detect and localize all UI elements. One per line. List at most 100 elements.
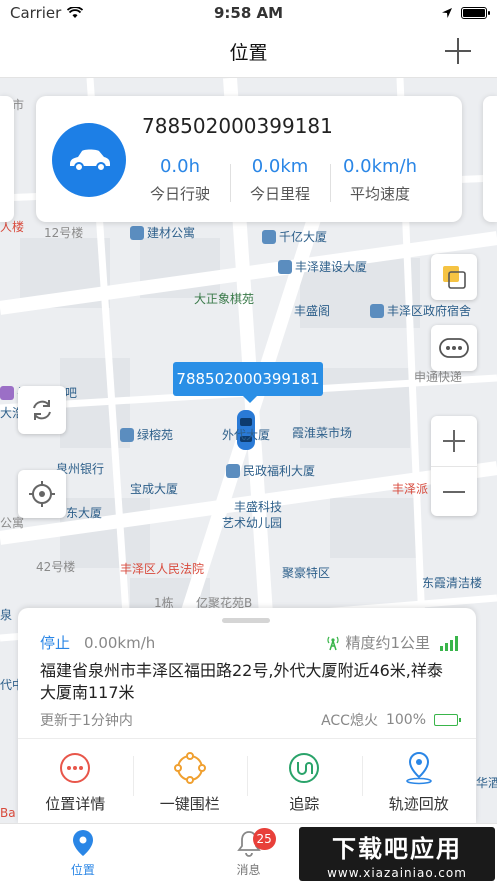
building-icon — [262, 229, 276, 244]
current-speed: 0.00km/h — [84, 633, 156, 652]
tab-bar: 位置 消息 25 下载吧应用 www.xiazainiao.com — [0, 823, 497, 883]
fence-circle-icon — [173, 751, 207, 785]
tracking-button[interactable]: 追踪 — [247, 744, 362, 820]
track-u-icon — [287, 751, 321, 785]
action-label: 追踪 — [289, 794, 320, 813]
poi-label: 丰泽建设大厦 — [278, 258, 367, 275]
update-row: 更新于1分钟内 ACC熄火 100% — [40, 710, 461, 730]
poi-label: 42号楼 — [36, 560, 76, 574]
building-icon — [226, 463, 240, 478]
poi-label: 千亿大厦 — [262, 228, 327, 245]
status-row: 停止 0.00km/h 精度约1公里 — [40, 632, 458, 653]
watermark-url: www.xiazainiao.com — [327, 865, 467, 880]
chat-dots-icon — [439, 338, 469, 358]
poi-label: 建材公寓 — [130, 224, 195, 241]
poi-label: 霞淮菜市场 — [292, 426, 353, 440]
stat-value: 0.0km/h — [342, 156, 418, 177]
action-label: 一键围栏 — [159, 794, 220, 813]
tab-location[interactable]: 位置 — [0, 824, 166, 883]
poi-label: 12号楼 — [44, 226, 84, 240]
shop-icon — [0, 385, 14, 400]
poi-label: 丰盛阁 — [294, 304, 331, 318]
building-icon — [278, 259, 292, 274]
signal-strength-icon — [440, 635, 458, 651]
poi-label: 丰盛科技 — [234, 500, 283, 514]
address-text: 福建省泉州市丰泽区福田路22号,外代大厦附近46米,祥泰大厦南117米 — [40, 661, 443, 702]
location-detail-button[interactable]: 位置详情 — [18, 744, 133, 820]
vehicle-stats: 0.0h 今日行驶 0.0km 今日里程 0.0km/h 平均速度 — [130, 156, 430, 204]
stat-value: 0.0h — [159, 156, 201, 177]
poi-label: 泉 — [0, 608, 13, 622]
poi-label: 丰泽派 — [392, 482, 429, 496]
action-label: 位置详情 — [45, 794, 106, 813]
tab-label: 位置 — [70, 863, 95, 877]
prev-vehicle-card[interactable] — [0, 96, 14, 222]
precision-group: 精度约1公里 — [325, 632, 458, 653]
crosshair-icon — [29, 481, 55, 507]
more-options-button[interactable] — [431, 325, 477, 371]
zoom-out-button[interactable] — [431, 466, 477, 516]
poi-label: 绿榕苑 — [120, 426, 173, 443]
vehicle-card[interactable]: 788502000399181 0.0h 今日行驶 0.0km 今日里程 0.0… — [36, 96, 462, 222]
geofence-button[interactable]: 一键围栏 — [132, 744, 248, 820]
playback-button[interactable]: 轨迹回放 — [361, 744, 477, 820]
nav-bar: 位置 — [0, 26, 497, 78]
locate-button[interactable] — [18, 470, 66, 518]
poi-label: 宝成大厦 — [130, 482, 179, 496]
battery-icon — [461, 7, 490, 19]
status-bar: Carrier 9:58 AM — [0, 0, 497, 26]
vehicle-callout[interactable]: 788502000399181 — [173, 362, 323, 403]
stat-label: 今日里程 — [249, 185, 310, 203]
status-time: 9:58 AM — [213, 4, 284, 22]
location-pin-icon — [402, 751, 436, 785]
stat-drive-time: 0.0h 今日行驶 — [130, 156, 230, 204]
precision-label: 精度约1公里 — [345, 634, 430, 652]
stat-avg-speed: 0.0km/h 平均速度 — [330, 156, 430, 204]
location-pin-icon — [72, 830, 93, 856]
plus-icon — [443, 430, 465, 452]
watermark: 下载吧应用 www.xiazainiao.com — [299, 827, 495, 881]
battery-level-icon — [434, 714, 461, 726]
divider — [18, 738, 476, 739]
car-icon — [70, 149, 110, 172]
poi-label: 丰泽区政府宿舍 — [370, 302, 471, 319]
refresh-button[interactable] — [18, 386, 66, 434]
building-icon — [120, 427, 134, 442]
watermark-title: 下载吧应用 — [332, 834, 462, 863]
poi-label: 丰泽区人民法院 — [120, 562, 205, 576]
poi-label: 东大厦 — [66, 506, 103, 520]
tab-label: 消息 — [236, 863, 261, 877]
poi-label: Ba — [0, 806, 16, 820]
poi-label: 大正象棋苑 — [194, 292, 255, 306]
page-title: 位置 — [229, 42, 268, 64]
poi-label: 民政福利大厦 — [226, 462, 315, 479]
acc-status: ACC熄火 — [321, 713, 378, 729]
poi-label: 东霞清洁楼 — [422, 576, 483, 590]
action-bar: 位置详情 一键围栏 追踪 轨迹回放 — [18, 744, 476, 820]
map-layer-button[interactable] — [431, 254, 477, 300]
motion-state: 停止 — [40, 634, 71, 652]
antenna-icon — [327, 636, 340, 650]
more-dots-icon — [58, 751, 92, 785]
action-label: 轨迹回放 — [388, 794, 449, 813]
car-avatar — [52, 123, 126, 197]
updated-label: 更新于1分钟内 — [40, 713, 133, 729]
vehicle-status-sheet[interactable]: 停止 0.00km/h 精度约1公里 福建省泉州市丰泽区福田路22号,外代大厦附… — [18, 608, 476, 823]
zoom-in-button[interactable] — [431, 416, 477, 466]
sheet-grabber[interactable] — [222, 618, 270, 623]
poi-label: 艺术幼儿园 — [222, 516, 283, 530]
stat-label: 今日行驶 — [149, 185, 210, 203]
add-icon[interactable] — [445, 38, 471, 64]
building-icon — [130, 225, 144, 240]
unread-badge: 25 — [252, 828, 276, 850]
battery-percent: 100% — [385, 712, 426, 728]
stat-label: 平均速度 — [349, 185, 410, 203]
minus-icon — [443, 481, 465, 503]
next-vehicle-card[interactable] — [483, 96, 497, 222]
poi-label: 外代大厦 — [222, 428, 271, 442]
poi-label: 华酒 — [476, 776, 497, 790]
stat-mileage: 0.0km 今日里程 — [230, 156, 330, 204]
poi-label: 聚豪特区 — [282, 566, 331, 580]
device-id: 788502000399181 — [142, 114, 333, 138]
building-icon — [370, 303, 384, 318]
